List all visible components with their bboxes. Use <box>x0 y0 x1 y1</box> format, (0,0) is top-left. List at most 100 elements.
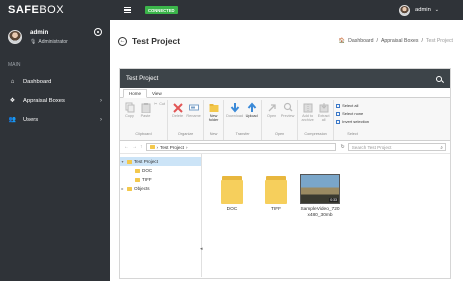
refresh-icon[interactable]: ↻ <box>341 144 345 150</box>
user-profile: admin 🎙 Administrator <box>0 20 110 56</box>
user-menu[interactable]: admin ⌄ <box>399 4 439 16</box>
add-to-archive-button[interactable]: Add to archive <box>300 100 315 131</box>
path-chevron-icon: › <box>186 144 188 150</box>
back-nav-icon[interactable]: ← <box>124 144 129 150</box>
sidebar-item-users[interactable]: 👥 Users › <box>0 110 110 129</box>
ribbon-group-select: Select all Select none Invert selection … <box>334 100 371 140</box>
sidebar-item-appraisal-boxes[interactable]: ❖ Appraisal Boxes › <box>0 91 110 110</box>
rename-button[interactable]: Rename <box>186 100 201 131</box>
folder-icon <box>265 174 287 204</box>
organize-group-label: Organize <box>177 132 194 136</box>
cut-button[interactable]: ✂ Cut <box>154 101 165 107</box>
sidebar-item-label: Users <box>23 116 39 123</box>
tab-view[interactable]: View <box>147 90 167 97</box>
file-name-line1: SampleVideo_720 <box>300 207 340 212</box>
delete-icon <box>172 103 183 113</box>
menu-header: MAIN <box>8 62 21 68</box>
ribbon-group-new: New folder New <box>204 100 225 140</box>
file-manager-card: Test Project Home View Copy Paste ✂ Cut … <box>119 68 451 279</box>
main-content: ← Test Project 🏠 Dashboard / Appraisal B… <box>110 20 463 281</box>
file-item-doc[interactable]: DOC <box>210 174 254 213</box>
paste-icon <box>141 103 150 113</box>
sidebar-item-label: Appraisal Boxes <box>23 97 65 104</box>
search-icon[interactable] <box>436 75 442 82</box>
logo-light-text: BOX <box>39 4 65 16</box>
tree-node-tiff[interactable]: TIFF <box>120 175 201 184</box>
breadcrumb-dashboard[interactable]: Dashboard <box>348 38 373 44</box>
breadcrumb-separator: / <box>421 38 423 44</box>
new-folder-button[interactable]: New folder <box>206 100 221 131</box>
invert-selection-label: Invert selection <box>342 119 370 124</box>
gear-icon[interactable] <box>94 28 102 36</box>
folder-icon <box>135 177 140 182</box>
tab-home[interactable]: Home <box>123 89 148 98</box>
app-logo[interactable]: SAFE BOX <box>0 0 110 20</box>
back-arrow-icon[interactable]: ← <box>118 36 127 46</box>
path-field[interactable]: › Test Project › <box>145 143 336 151</box>
profile-role: 🎙 Administrator <box>30 39 68 45</box>
chevron-down-icon: ⌄ <box>434 7 439 13</box>
folder-icon <box>149 145 155 149</box>
breadcrumb: 🏠 Dashboard / Appraisal Boxes / Test Pro… <box>339 38 453 44</box>
file-item-tiff[interactable]: TIFF <box>254 174 298 213</box>
open-label: Open <box>266 114 277 118</box>
open-button[interactable]: Open <box>264 100 279 131</box>
splitter-handle[interactable]: ◂ <box>200 246 203 252</box>
extract-icon <box>319 103 329 113</box>
download-button[interactable]: Download <box>226 100 243 131</box>
ribbon-group-clipboard: Copy Paste ✂ Cut Clipboard <box>120 100 169 140</box>
select-none-button[interactable]: Select none <box>336 111 369 116</box>
extract-all-label: Extract all <box>317 114 330 123</box>
logo-bold-text: SAFE <box>8 4 40 16</box>
search-input[interactable]: Search Test Project ⌕ <box>347 143 446 151</box>
copy-button[interactable]: Copy <box>122 100 137 131</box>
new-group-label: New <box>209 132 218 136</box>
file-name: DOC <box>226 207 238 212</box>
users-icon: 👥 <box>8 117 17 123</box>
preview-button[interactable]: Preview <box>280 100 295 131</box>
paste-button[interactable]: Paste <box>138 100 153 131</box>
user-menu-name: admin <box>415 7 431 13</box>
tree-node-label: TIFF <box>142 177 152 182</box>
tree-node-test-project[interactable]: ▾ Test Project <box>120 157 201 166</box>
breadcrumb-separator: / <box>376 38 378 44</box>
file-name: SampleVideo_720 x480_30mb <box>300 207 339 219</box>
transfer-group-label: Transfer <box>235 132 250 136</box>
sidebar-item-dashboard[interactable]: ⌂ Dashboard <box>0 72 110 91</box>
chevron-right-icon: › <box>100 116 102 123</box>
open-group-label: Open <box>274 132 285 136</box>
ribbon-group-compression: Add to archive Extract all Compression <box>298 100 335 140</box>
tree-node-doc[interactable]: DOC <box>120 166 201 175</box>
tree-node-label: DOC <box>142 168 153 173</box>
ribbon-tabs: Home View <box>120 88 450 98</box>
avatar <box>8 30 22 44</box>
path-text: Test Project <box>160 144 185 150</box>
delete-label: Delete <box>172 114 184 118</box>
invert-selection-button[interactable]: Invert selection <box>336 119 369 124</box>
card-header: Test Project <box>120 69 450 88</box>
invert-selection-icon <box>336 119 341 124</box>
preview-label: Preview <box>280 114 295 118</box>
select-all-button[interactable]: Select all <box>336 103 369 108</box>
delete-button[interactable]: Delete <box>170 100 185 131</box>
select-none-icon <box>336 111 341 116</box>
breadcrumb-appraisal-boxes[interactable]: Appraisal Boxes <box>381 38 419 44</box>
up-nav-icon[interactable]: ↑ <box>140 144 143 150</box>
upload-button[interactable]: Upload <box>244 100 259 131</box>
tree-expand-icon[interactable]: ▾ <box>120 159 125 164</box>
file-item-video[interactable]: 0:33 SampleVideo_720 x480_30mb <box>298 174 342 219</box>
card-title: Test Project <box>126 75 159 82</box>
select-all-label: Select all <box>342 103 359 108</box>
sidebar: SAFE BOX admin 🎙 Administrator MAIN ⌂ Das… <box>0 0 110 281</box>
paste-label: Paste <box>140 114 151 118</box>
extract-all-button[interactable]: Extract all <box>316 100 331 131</box>
clipboard-small-buttons: ✂ Cut <box>154 100 165 131</box>
select-none-label: Select none <box>342 111 364 116</box>
forward-nav-icon[interactable]: → <box>132 144 137 150</box>
hamburger-menu-icon[interactable] <box>124 7 131 13</box>
tree-expand-icon[interactable]: ▸ <box>120 186 125 191</box>
file-name-line2: x480_30mb <box>307 212 333 218</box>
select-group-label: Select <box>347 132 358 136</box>
rename-label: Rename <box>186 114 201 118</box>
tree-node-objects[interactable]: ▸ Objects <box>120 184 201 193</box>
